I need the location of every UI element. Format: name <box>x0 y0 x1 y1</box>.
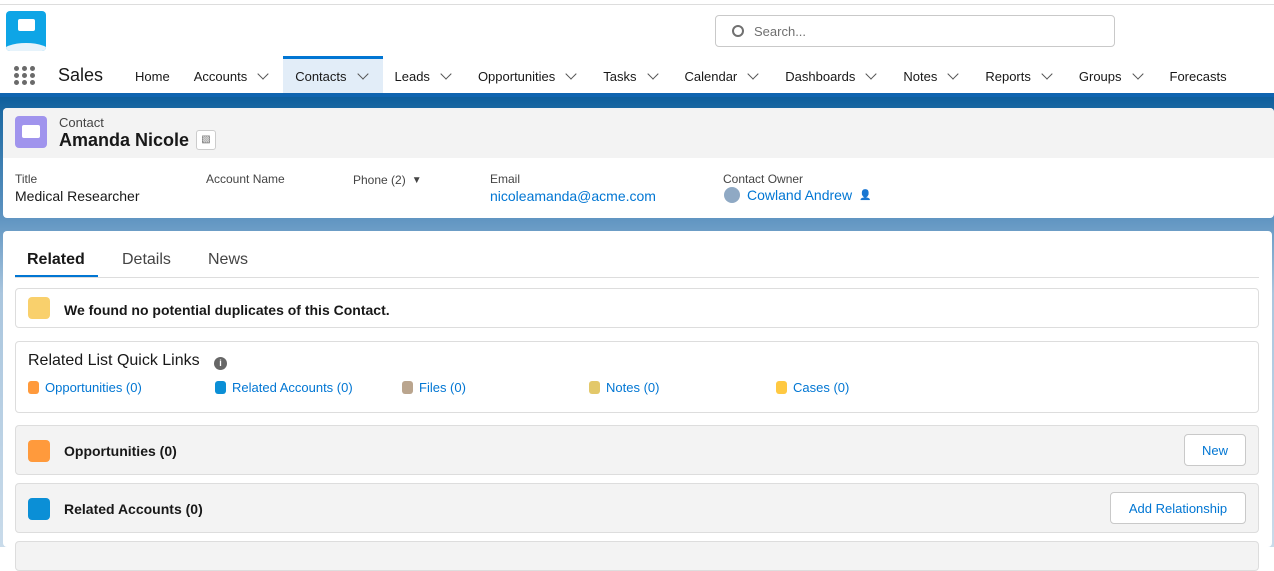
global-search-input[interactable]: Search... <box>715 15 1115 47</box>
chevron-down-icon[interactable] <box>565 68 577 80</box>
quick-link-icon <box>776 381 787 394</box>
nav-tab-leads[interactable]: Leads <box>383 56 466 94</box>
tab-details[interactable]: Details <box>122 251 171 269</box>
opportunities-title[interactable]: Opportunities (0) <box>64 443 177 459</box>
quick-link-icon <box>402 381 413 394</box>
quick-links-title: Related List Quick Links <box>28 352 200 369</box>
related-accounts-icon <box>28 498 50 520</box>
tab-related[interactable]: Related <box>27 251 85 269</box>
quick-links: Related List Quick Links i Opportunities… <box>15 341 1259 413</box>
nav-tab-reports[interactable]: Reports <box>973 56 1067 94</box>
chevron-down-icon[interactable] <box>1041 68 1053 80</box>
nav-tab-label: Contacts <box>295 69 347 84</box>
nav-tab-accounts[interactable]: Accounts <box>182 56 283 94</box>
nav-tab-label: Accounts <box>193 69 248 84</box>
info-icon[interactable]: i <box>214 357 227 370</box>
new-opportunity-button[interactable]: New <box>1184 434 1246 466</box>
add-relationship-button[interactable]: Add Relationship <box>1110 492 1246 524</box>
chevron-down-icon[interactable] <box>356 68 369 80</box>
duplicates-alert: We found no potential duplicates of this… <box>15 288 1259 328</box>
nav-tab-label: Groups <box>1078 69 1122 84</box>
quick-link-label: Opportunities (0) <box>45 380 142 395</box>
chevron-down-icon[interactable] <box>646 68 659 80</box>
nav-tab-label: Home <box>135 69 170 84</box>
chevron-down-icon[interactable] <box>947 68 960 80</box>
quick-link-label: Notes (0) <box>606 380 660 395</box>
app-launcher-icon[interactable] <box>14 65 36 85</box>
nav-tab-forecasts[interactable]: Forecasts <box>1158 56 1239 94</box>
nav-tab-label: Opportunities <box>477 69 556 84</box>
nav-tab-label: Dashboards <box>785 69 856 84</box>
nav-bar: Sales Home Accounts Contacts Leads Opportuni… <box>0 56 1274 94</box>
divider <box>15 277 1259 278</box>
nav-tab-notes[interactable]: Notes <box>891 56 973 94</box>
phone-label: Phone (2) <box>353 173 406 187</box>
quick-link-icon <box>589 381 600 394</box>
duplicate-icon <box>28 297 50 319</box>
quick-link-label: Files (0) <box>419 380 466 395</box>
owner-avatar <box>724 187 740 203</box>
chevron-down-icon[interactable] <box>1131 68 1144 80</box>
chevron-down-icon[interactable] <box>747 68 759 80</box>
opportunity-icon <box>28 440 50 462</box>
email-label: Email <box>490 172 521 186</box>
caret-down-icon: ▼ <box>411 174 422 186</box>
related-accounts-card: Related Accounts (0) Add Relationship <box>15 483 1259 533</box>
search-placeholder: Search... <box>754 23 807 39</box>
quick-link[interactable]: Notes (0) <box>589 380 659 395</box>
quick-link-icon <box>28 381 39 394</box>
title-value: Medical Researcher <box>15 188 140 204</box>
quick-link-icon <box>215 381 226 394</box>
quick-link-label: Related Accounts (0) <box>232 380 353 395</box>
contact-icon <box>15 116 47 148</box>
owner-link[interactable]: Cowland Andrew <box>747 187 852 203</box>
nav-tab-opportunities[interactable]: Opportunities <box>466 56 591 94</box>
account-name-label: Account Name <box>206 172 285 186</box>
main-panel: Related Details News We found no potenti… <box>3 231 1272 571</box>
change-owner-icon[interactable]: 👤 <box>859 190 871 201</box>
nav-tab-label: Reports <box>985 69 1031 84</box>
email-link[interactable]: nicoleamanda@acme.com <box>490 188 656 204</box>
app-logo[interactable] <box>6 11 46 51</box>
nav-tab-home[interactable]: Home <box>123 56 182 94</box>
next-card <box>15 541 1259 571</box>
quick-link[interactable]: Opportunities (0) <box>28 380 142 395</box>
hierarchy-icon[interactable]: ▧ <box>196 130 216 150</box>
chevron-down-icon[interactable] <box>257 68 269 80</box>
phone-dropdown[interactable]: Phone (2) ▼ <box>353 173 422 187</box>
chevron-down-icon[interactable] <box>440 68 452 80</box>
nav-tab-label: Tasks <box>603 69 637 84</box>
quick-link[interactable]: Files (0) <box>402 380 466 395</box>
record-name: Amanda Nicole <box>59 130 190 150</box>
divider <box>0 93 1274 97</box>
nav-tab-groups[interactable]: Groups <box>1067 56 1158 94</box>
title-label: Title <box>15 172 38 186</box>
quick-link[interactable]: Cases (0) <box>776 380 849 395</box>
app-name: Sales <box>58 64 104 85</box>
record-header: Contact Amanda Nicole ▧ Title Medical Re… <box>3 108 1274 218</box>
related-accounts-title[interactable]: Related Accounts (0) <box>64 501 203 517</box>
duplicates-message: We found no potential duplicates of this… <box>64 302 390 318</box>
search-icon <box>732 25 744 37</box>
divider <box>0 4 1274 5</box>
quick-link-label: Cases (0) <box>793 380 850 395</box>
record-type: Contact <box>59 115 104 130</box>
nav-tab-dashboards[interactable]: Dashboards <box>773 56 891 94</box>
nav-tab-tasks[interactable]: Tasks <box>591 56 672 94</box>
nav-tab-label: Calendar <box>684 69 738 84</box>
nav-tab-contacts[interactable]: Contacts <box>283 56 383 94</box>
chevron-down-icon[interactable] <box>865 68 878 80</box>
nav-tab-calendar[interactable]: Calendar <box>673 56 774 94</box>
owner-label: Contact Owner <box>723 172 804 186</box>
quick-link[interactable]: Related Accounts (0) <box>215 380 353 395</box>
nav-tab-label: Notes <box>903 69 938 84</box>
nav-tab-label: Leads <box>394 69 430 84</box>
nav-tab-label: Forecasts <box>1169 69 1227 84</box>
tab-news[interactable]: News <box>208 251 248 269</box>
opportunities-card: Opportunities (0) New <box>15 425 1259 475</box>
